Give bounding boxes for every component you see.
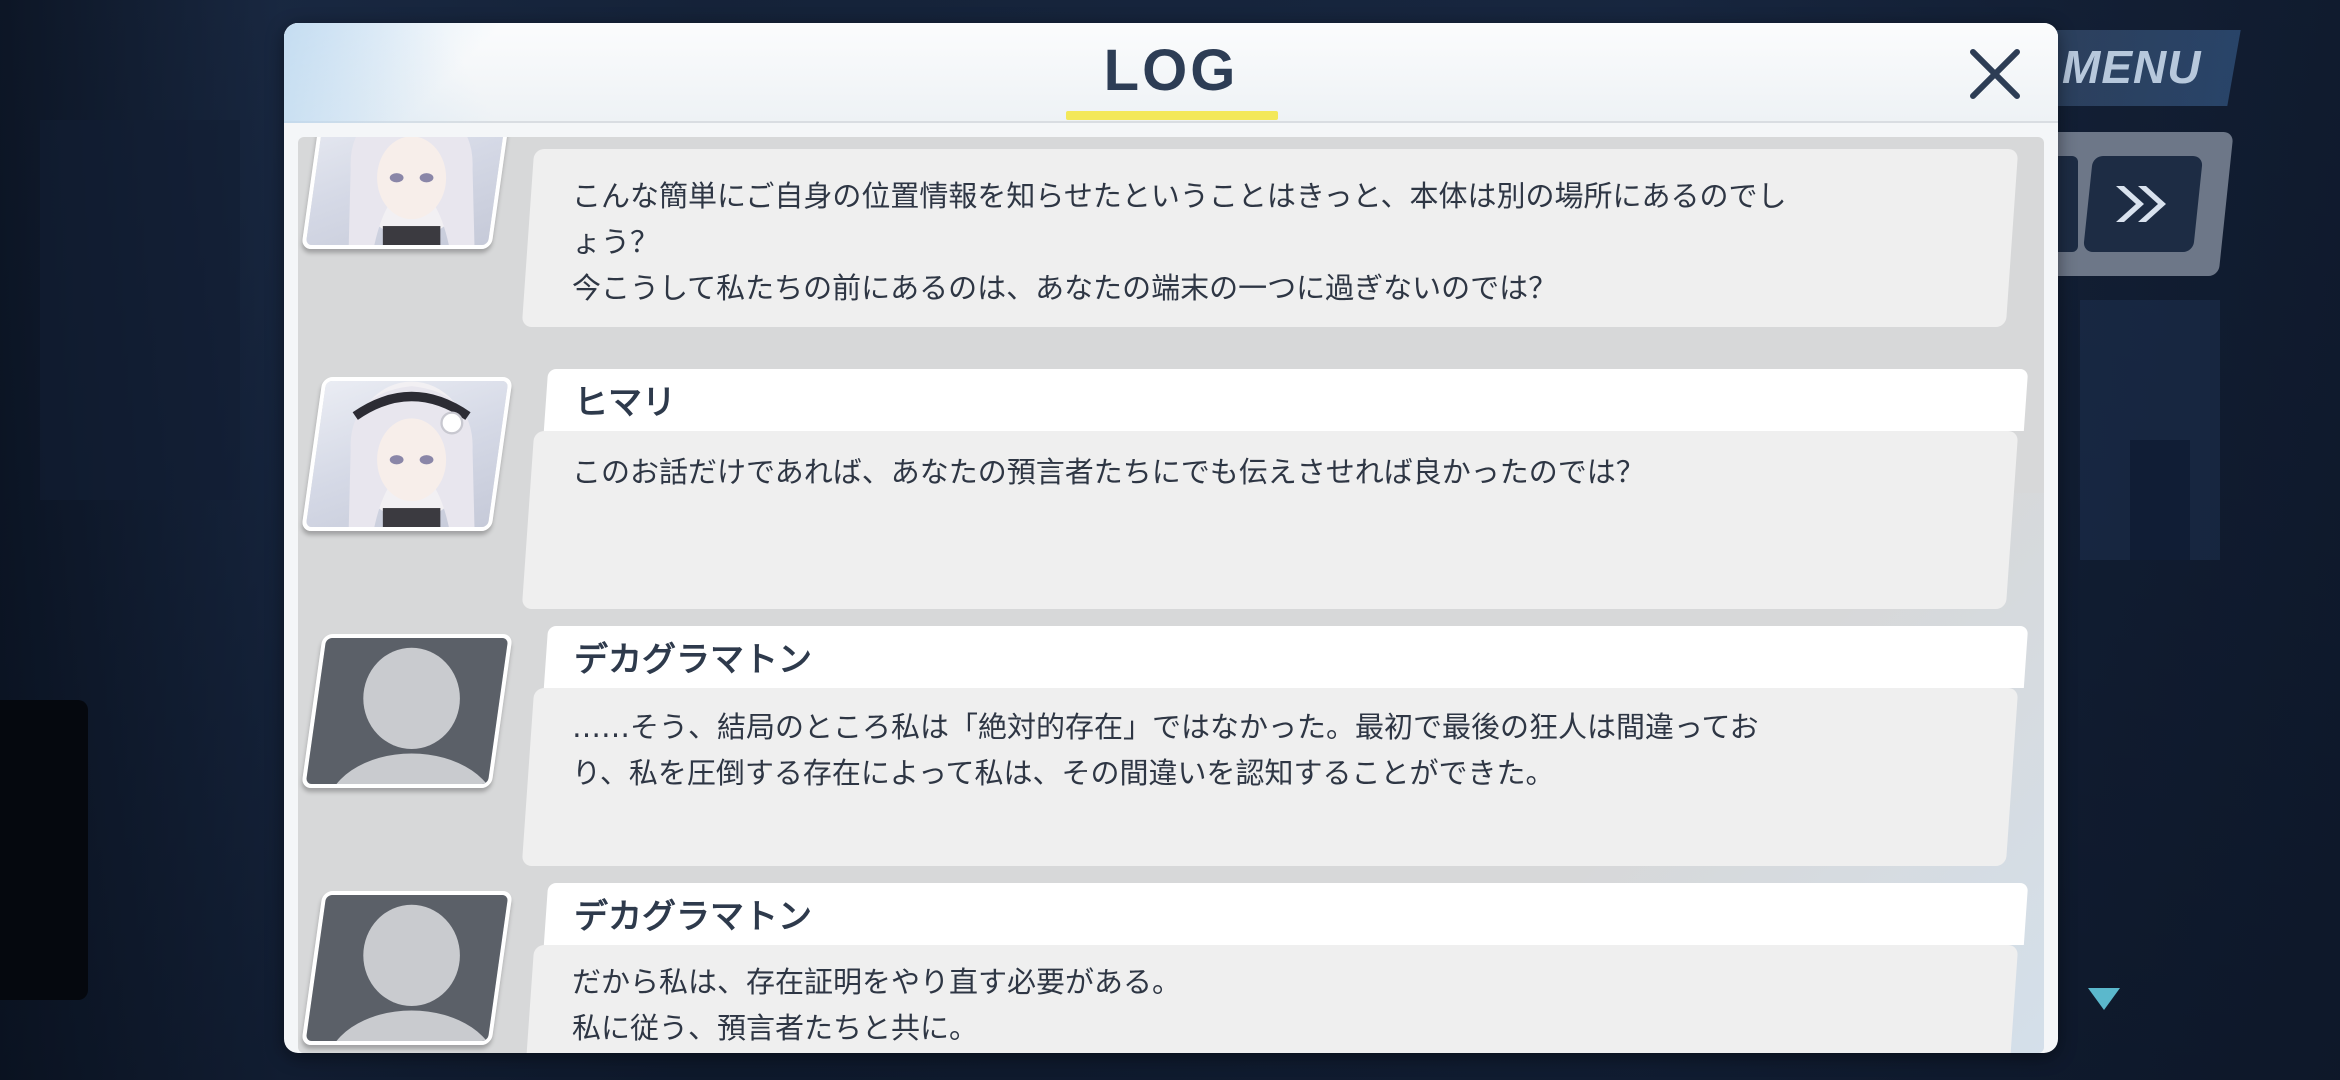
triangle-down-icon bbox=[2088, 988, 2120, 1010]
dialogue-text: ……そう、結局のところ私は「絶対的存在」ではなかった。最初で最後の狂人は間違って… bbox=[572, 710, 1759, 790]
himari-portrait-icon bbox=[348, 137, 475, 249]
speaker-name: ヒマリ bbox=[574, 383, 676, 423]
log-title: LOG bbox=[1103, 38, 1239, 103]
avatar-himari bbox=[301, 137, 513, 249]
fast-forward-icon bbox=[2116, 186, 2166, 222]
avatar-unknown bbox=[301, 634, 513, 788]
silhouette-icon bbox=[326, 904, 497, 1045]
log-list[interactable]: こんな簡単にご自身の位置情報を知らせたということはきっと、本体は別の場所にあるの… bbox=[298, 137, 2044, 1053]
close-button[interactable] bbox=[1960, 39, 2030, 109]
menu-label: MENU bbox=[2062, 41, 2202, 93]
speaker-name: デカグラマトン bbox=[574, 640, 812, 680]
speaker-name-bar bbox=[543, 369, 2029, 431]
background-building bbox=[40, 120, 240, 500]
dialogue-text: このお話だけであれば、あなたの預言者たちにでも伝えさせれば良かったのでは？ bbox=[572, 455, 1645, 489]
avatar-unknown bbox=[301, 891, 513, 1045]
log-dialog: LOG こんな簡単にご自身の位置情報を知らせたということはきっと、本体は別の場所… bbox=[284, 23, 2058, 1053]
dialogue-text: こんな簡単にご自身の位置情報を知らせたということはきっと、本体は別の場所にあるの… bbox=[572, 179, 1787, 305]
log-header: LOG bbox=[284, 23, 2058, 123]
silhouette-icon bbox=[326, 647, 497, 788]
background-building bbox=[2130, 440, 2190, 560]
himari-portrait-icon bbox=[348, 381, 475, 531]
speaker-name: デカグラマトン bbox=[574, 897, 812, 937]
skip-button[interactable] bbox=[2082, 156, 2204, 252]
close-icon bbox=[1970, 49, 2020, 99]
title-underline bbox=[1066, 111, 1278, 120]
dialogue-text: だから私は、存在証明をやり直す必要がある。 私に従う、預言者たちと共に。 bbox=[572, 965, 1182, 1045]
background-dark-panel bbox=[0, 700, 88, 1000]
avatar-himari bbox=[301, 377, 513, 531]
